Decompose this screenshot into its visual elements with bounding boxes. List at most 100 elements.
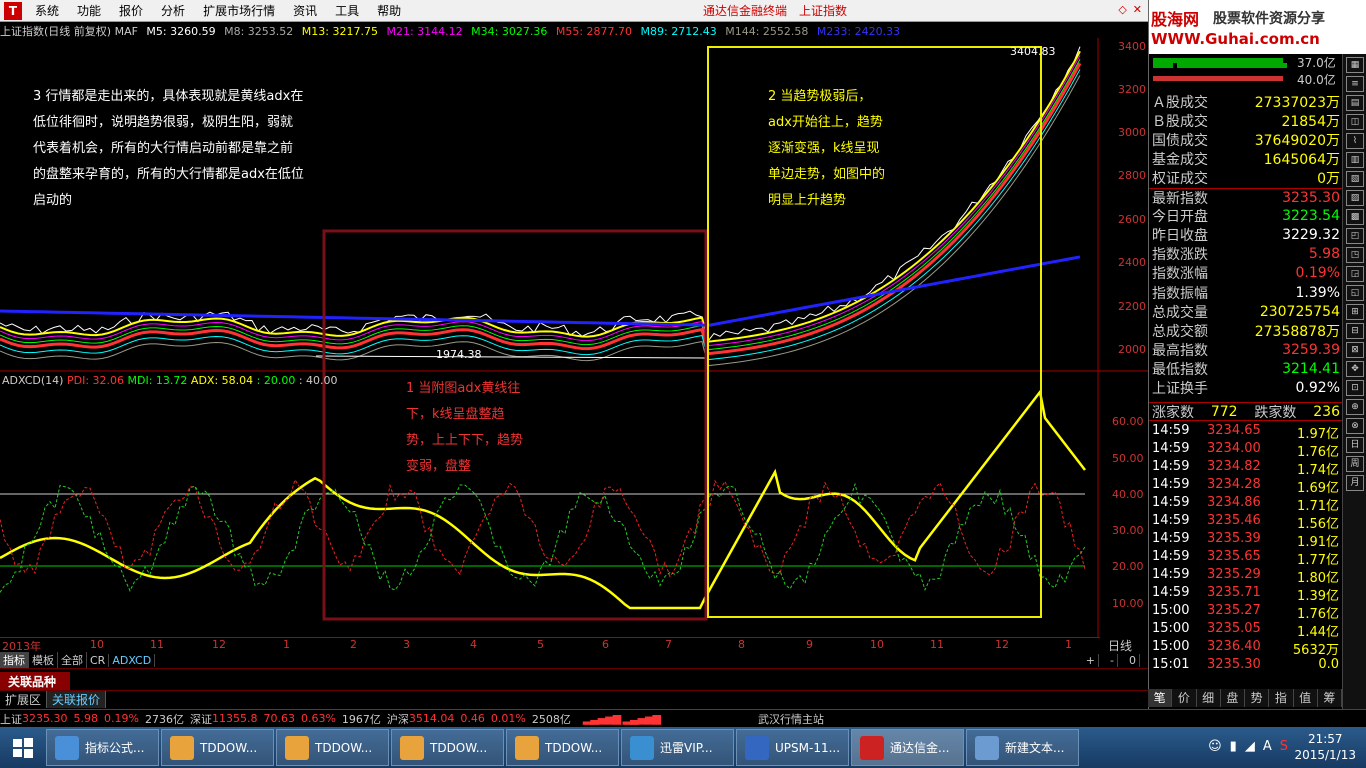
tick-row: 14:59 3234.86 1.71亿 [1149,495,1343,514]
indicator-name: ADXCD(14) [2,374,64,387]
ind-tick: 10.00 [1112,597,1144,610]
zoom-in-button[interactable]: + [1083,653,1100,667]
toolbar-icon[interactable]: ≡ [1346,76,1364,92]
tab-trend[interactable]: 势 [1245,689,1270,707]
taskbar-item[interactable]: 迅雷VIP... [621,729,734,766]
quote-row: 指数涨跌 5.98 [1149,245,1343,264]
tab-value[interactable]: 值 [1294,689,1318,707]
tick-time: 15:00 [1152,639,1190,654]
period-week-button[interactable]: 周 [1346,456,1364,472]
close-icon[interactable]: ✕ [1133,3,1142,16]
toolbar-icon[interactable]: ◳ [1346,247,1364,263]
related-title[interactable]: 关联品种 [0,672,70,691]
toolbar-icon[interactable]: ⊠ [1346,342,1364,358]
menu-item-ext-market[interactable]: 扩展市场行情 [203,2,275,19]
menu-item-help[interactable]: 帮助 [377,2,401,19]
app-icon [515,735,539,760]
network-icon[interactable]: ▮ [1230,739,1237,754]
station-name[interactable]: 武汉行情主站 [758,711,824,727]
annotation-2-line: 2 当趋势极弱后， [768,89,872,104]
toolbar-icon[interactable]: ◲ [1346,266,1364,282]
tab-template[interactable]: 模板 [29,652,58,668]
taskbar-item[interactable]: TDDOW... [161,729,274,766]
taskbar-item[interactable]: TDDOW... [391,729,504,766]
time-tick: 3 [403,638,410,651]
tab-price[interactable]: 价 [1172,689,1197,707]
volume-icon[interactable]: ◢ [1245,739,1255,754]
ime-icon[interactable]: A [1263,739,1272,754]
app-logo-icon: T [4,1,22,20]
period-month-button[interactable]: 月 [1346,475,1364,491]
volume-bar-value: 37.0亿 [1297,56,1336,70]
related-quote-link[interactable]: 关联报价 [47,690,107,708]
sz-percent: 0.63% [300,712,336,725]
current-index-title[interactable]: 上证指数 [799,2,847,19]
chart-area[interactable]: 3400 3200 3000 2800 2600 2400 2200 2000 … [0,38,1148,638]
toolbar-icon[interactable]: ⊟ [1346,323,1364,339]
taskbar-item[interactable]: 新建文本... [966,729,1079,766]
tab-cr[interactable]: CR [87,653,110,667]
quote-label: 总成交量 [1152,304,1208,321]
period-day-button[interactable]: 日 [1346,437,1364,453]
menu-item-function[interactable]: 功能 [77,2,101,19]
quote-label: 国债成交 [1152,132,1208,149]
tab-order[interactable]: 盘 [1221,689,1245,707]
taskbar-item[interactable]: 通达信金... [851,729,964,766]
toolbar-icon[interactable]: ▧ [1346,171,1364,187]
quote-row: 今日开盘 3223.54 [1149,207,1343,226]
taskbar-item[interactable]: 指标公式... [46,729,159,766]
quote-row: 总成交量 230725754 [1149,302,1343,321]
annotation-1-line: 1 当附图adx黄线往 [406,381,521,396]
toolbar-icon[interactable]: ◰ [1346,228,1364,244]
toolbar-icon[interactable]: ⊕ [1346,399,1364,415]
quote-label: 基金成交 [1152,151,1208,168]
quote-row: 国债成交 37649020万 [1149,130,1343,149]
time-tick: 11 [150,638,164,651]
toolbar-icon[interactable]: ⊗ [1346,418,1364,434]
ext-area-link[interactable]: 扩展区 [0,690,48,708]
updown-row: 涨家数 772 跌家数 236 [1149,402,1343,421]
toolbar-icon[interactable]: ▩ [1346,209,1364,225]
quote-panel: 37.0亿 40.0亿 Ａ股成交 27337023万 Ｂ股成交 21854万 国债成交 3… [1148,54,1343,709]
toolbar-icon[interactable]: ⌇ [1346,133,1364,149]
menu-item-news[interactable]: 资讯 [293,2,317,19]
zoom-out-button[interactable]: - [1107,653,1118,667]
toolbar-icon[interactable]: ⊞ [1346,304,1364,320]
tab-all[interactable]: 全部 [58,652,87,668]
menu-center-links: 通达信金融终端 上证指数 [703,2,847,19]
tick-time: 14:59 [1152,531,1190,546]
taskbar-item[interactable]: UPSM-11... [736,729,849,766]
toolbar-icon[interactable]: ◫ [1346,114,1364,130]
brand-banner: 股海网 股票软件资源分享 WWW.Guhai.com.cn [1148,0,1366,54]
tab-index[interactable]: 指 [1269,689,1294,707]
tray-icon[interactable]: ☺ [1208,739,1222,754]
quote-row: 上证换手 0.92% [1149,379,1343,398]
restore-icon[interactable]: ◇ [1118,3,1126,16]
sogou-icon[interactable]: S [1280,739,1288,754]
toolbar-icon[interactable]: ▥ [1346,152,1364,168]
menu-item-quote[interactable]: 报价 [119,2,143,19]
toolbar-icon[interactable]: ▤ [1346,95,1364,111]
reset-button[interactable]: 0 [1126,653,1140,667]
taskbar-item[interactable]: TDDOW... [506,729,619,766]
taskbar-item[interactable]: TDDOW... [276,729,389,766]
tab-chips[interactable]: 筹 [1318,689,1342,707]
menu-item-analysis[interactable]: 分析 [161,2,185,19]
annotation-2-line: 明显上升趋势 [768,193,847,208]
start-button[interactable] [0,727,46,768]
toolbar-icon[interactable]: ▦ [1346,57,1364,73]
tab-indicator[interactable]: 指标 [0,652,29,668]
tab-adxcd[interactable]: ADXCD [109,653,156,667]
clock[interactable]: 21:57 2015/1/13 [1294,731,1356,763]
toolbar-icon[interactable]: ▨ [1346,190,1364,206]
tick-volume: 1.76亿 [1297,607,1339,622]
tab-detail[interactable]: 细 [1197,689,1221,707]
tab-trades[interactable]: 笔 [1148,689,1173,707]
time-tick: 7 [665,638,672,651]
toolbar-icon[interactable]: ◱ [1346,285,1364,301]
terminal-title[interactable]: 通达信金融终端 [703,2,787,19]
menu-item-tools[interactable]: 工具 [335,2,359,19]
toolbar-icon[interactable]: ✥ [1346,361,1364,377]
toolbar-icon[interactable]: ⊡ [1346,380,1364,396]
menu-item-system[interactable]: 系统 [35,2,59,19]
